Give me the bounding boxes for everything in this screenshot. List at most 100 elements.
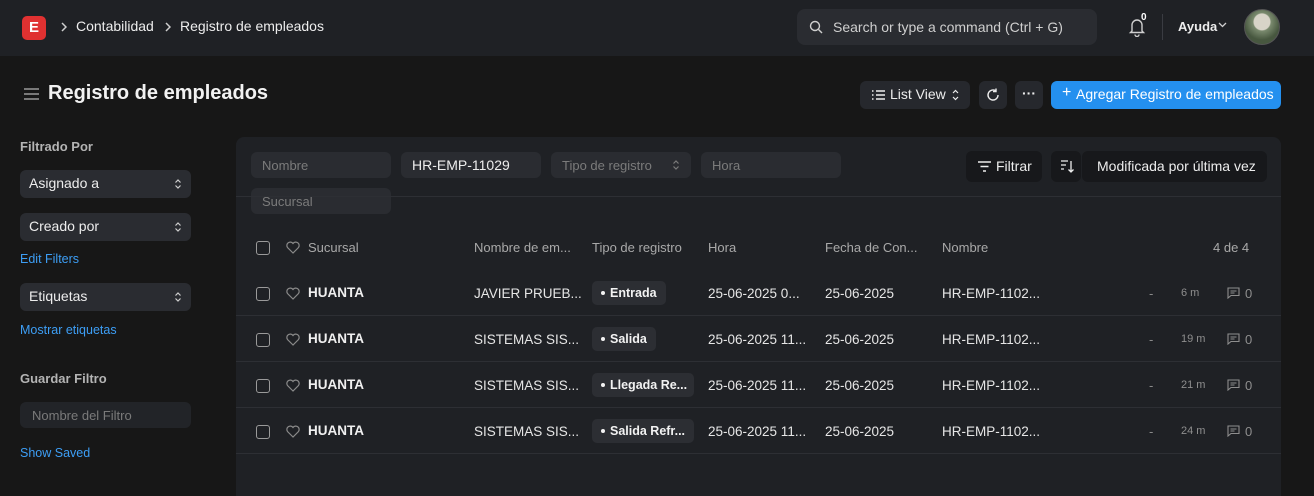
refresh-button[interactable]: [979, 81, 1007, 109]
record-count: 4 de 4: [1213, 240, 1250, 255]
cell-nombre: HR-EMP-1102...: [942, 286, 1041, 301]
show-saved-link[interactable]: Show Saved: [20, 446, 90, 460]
filter-button[interactable]: Filtrar: [966, 151, 1042, 182]
comment-icon: [1227, 333, 1240, 345]
page-title: Registro de empleados: [48, 82, 269, 104]
search-placeholder: Search or type a command (Ctrl + G): [833, 19, 1063, 35]
heart-icon[interactable]: [286, 425, 300, 438]
row-checkbox[interactable]: [256, 333, 270, 347]
tags-label: Etiquetas: [29, 288, 88, 304]
sort-icon: [1061, 160, 1074, 173]
filtered-by-heading: Filtrado Por: [20, 139, 93, 154]
column-header-nombre[interactable]: Nombre: [942, 240, 988, 255]
modified-ago: 24 m: [1181, 425, 1206, 437]
updown-icon: [175, 292, 181, 302]
filter-label: Filtrar: [996, 158, 1032, 174]
app-logo[interactable]: E: [22, 16, 46, 40]
search-bar[interactable]: Search or type a command (Ctrl + G): [797, 9, 1097, 45]
cell-hora: 25-06-2025 11...: [708, 378, 807, 393]
divider: [236, 196, 1281, 197]
cell-dash: -: [1149, 378, 1154, 393]
refresh-icon: [987, 88, 999, 101]
cell-nombre: HR-EMP-1102...: [942, 332, 1041, 347]
row-divider: [236, 315, 1281, 316]
show-tags-link[interactable]: Mostrar etiquetas: [20, 323, 117, 337]
comment-count: 0: [1245, 378, 1253, 393]
heart-icon[interactable]: [286, 333, 300, 346]
cell-sucursal[interactable]: HUANTA: [308, 377, 364, 392]
cell-nombre: HR-EMP-1102...: [942, 378, 1041, 393]
column-header-tipo-registro[interactable]: Tipo de registro: [592, 240, 682, 255]
cell-nombre: HR-EMP-1102...: [942, 424, 1041, 439]
cell-nombre-empleado: SISTEMAS SIS...: [474, 332, 580, 347]
hora-filter-input[interactable]: Hora: [701, 152, 841, 178]
cell-sucursal[interactable]: HUANTA: [308, 285, 364, 300]
cell-hora: 25-06-2025 11...: [708, 332, 807, 347]
updown-icon: [175, 179, 181, 189]
cell-sucursal[interactable]: HUANTA: [308, 331, 364, 346]
save-filter-heading: Guardar Filtro: [20, 371, 107, 386]
divider: [1162, 14, 1163, 40]
list-view-label: List View: [890, 86, 946, 102]
created-by-select[interactable]: Creado por: [20, 213, 191, 241]
column-header-fecha[interactable]: Fecha de Con...: [825, 240, 918, 255]
row-checkbox[interactable]: [256, 287, 270, 301]
column-header-nombre-empleado[interactable]: Nombre de em...: [474, 240, 571, 255]
heart-icon[interactable]: [286, 241, 300, 254]
list-card: [236, 137, 1281, 496]
row-divider: [236, 453, 1281, 454]
column-header-hora[interactable]: Hora: [708, 240, 736, 255]
list-icon: [872, 90, 885, 100]
assigned-to-select[interactable]: Asignado a: [20, 170, 191, 198]
cell-nombre-empleado: SISTEMAS SIS...: [474, 424, 580, 439]
add-record-button[interactable]: + Agregar Registro de empleados: [1051, 81, 1281, 109]
list-view-button[interactable]: List View: [860, 81, 970, 109]
chevron-down-icon: [1218, 22, 1227, 28]
search-icon: [809, 20, 823, 34]
tipo-filter-select[interactable]: Tipo de registro: [551, 152, 691, 178]
chevron-right-icon: [61, 22, 67, 32]
cell-sucursal[interactable]: HUANTA: [308, 423, 364, 438]
updown-icon: [175, 222, 181, 232]
id-filter-input[interactable]: HR-EMP-11029: [401, 152, 541, 178]
cell-nombre-empleado: SISTEMAS SIS...: [474, 378, 580, 393]
avatar[interactable]: [1244, 9, 1280, 45]
help-menu[interactable]: Ayuda: [1178, 19, 1217, 34]
updown-icon: [673, 160, 679, 170]
cell-hora: 25-06-2025 0...: [708, 286, 800, 301]
filter-name-input[interactable]: Nombre del Filtro: [20, 402, 191, 428]
plus-icon: +: [1062, 84, 1072, 101]
filter-icon: [978, 161, 991, 172]
row-checkbox[interactable]: [256, 379, 270, 393]
nombre-filter-input[interactable]: Nombre: [251, 152, 391, 178]
sort-order-button[interactable]: [1051, 151, 1081, 182]
sort-by-button[interactable]: Modificada por última vez: [1082, 151, 1267, 182]
cell-dash: -: [1149, 286, 1154, 301]
sort-label: Modificada por última vez: [1097, 158, 1256, 174]
chevron-right-icon: [165, 22, 171, 32]
more-actions-button[interactable]: ···: [1015, 81, 1043, 109]
created-by-label: Creado por: [29, 218, 100, 234]
navbar: E Contabilidad Registro de empleados Sea…: [0, 0, 1314, 56]
cell-fecha: 25-06-2025: [825, 286, 895, 301]
comment-icon: [1227, 425, 1240, 437]
breadcrumb-registro[interactable]: Registro de empleados: [180, 18, 324, 34]
column-header-sucursal[interactable]: Sucursal: [308, 240, 359, 255]
comment-icon: [1227, 287, 1240, 299]
edit-filters-link[interactable]: Edit Filters: [20, 252, 79, 266]
cell-dash: -: [1149, 424, 1154, 439]
row-checkbox[interactable]: [256, 425, 270, 439]
select-all-checkbox[interactable]: [256, 241, 270, 255]
modified-ago: 21 m: [1181, 379, 1206, 391]
tags-select[interactable]: Etiquetas: [20, 283, 191, 311]
heart-icon[interactable]: [286, 287, 300, 300]
sucursal-filter-input[interactable]: Sucursal: [251, 188, 391, 214]
breadcrumb-contabilidad[interactable]: Contabilidad: [76, 18, 154, 34]
heart-icon[interactable]: [286, 379, 300, 392]
nombre-placeholder: Nombre: [262, 158, 309, 173]
notification-count: 0: [1141, 12, 1147, 23]
status-badge: Salida: [592, 327, 656, 351]
sidebar-toggle-icon[interactable]: [24, 88, 39, 100]
status-badge: Llegada Re...: [592, 373, 694, 397]
cell-hora: 25-06-2025 11...: [708, 424, 807, 439]
